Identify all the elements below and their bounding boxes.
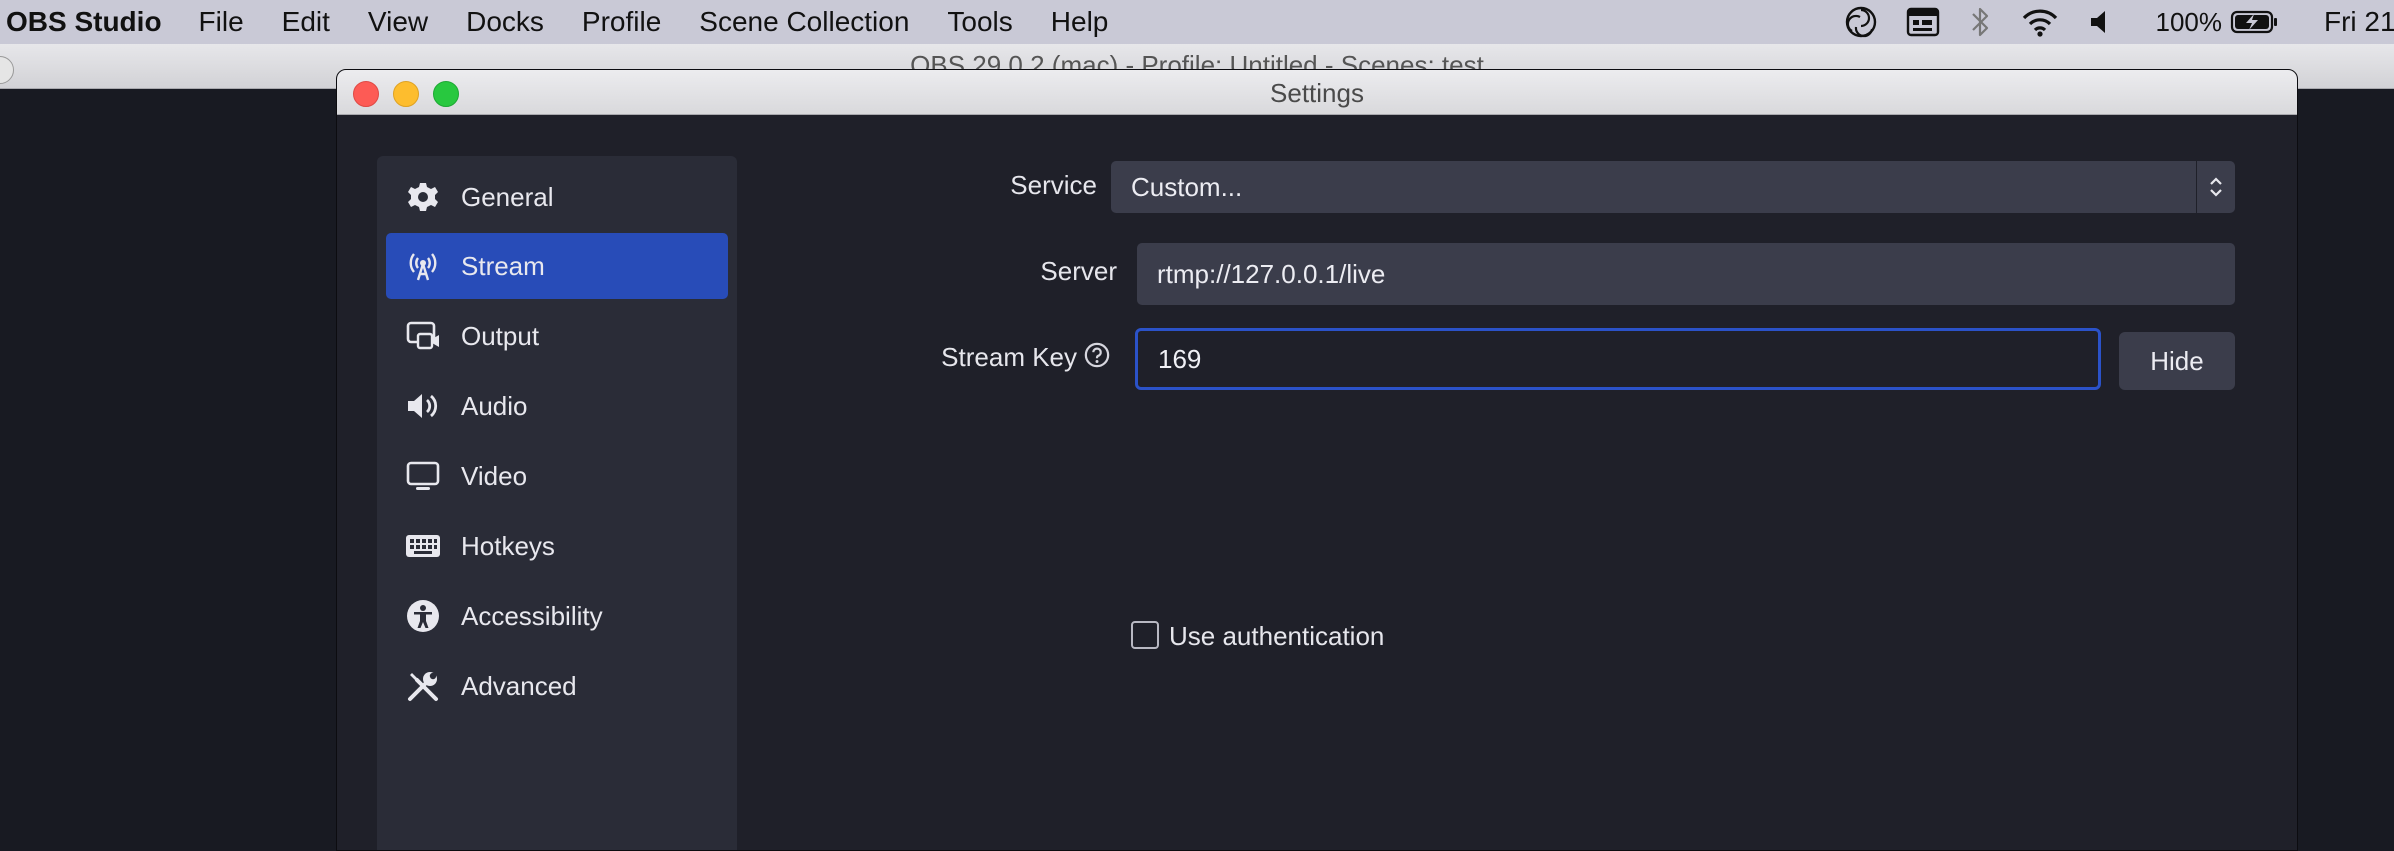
server-value: rtmp://127.0.0.1/live (1157, 259, 1385, 290)
use-authentication-checkbox[interactable] (1131, 621, 1159, 649)
server-input[interactable]: rtmp://127.0.0.1/live (1137, 243, 2235, 305)
battery-icon[interactable] (2230, 9, 2280, 35)
chevron-updown-icon (2196, 161, 2235, 213)
obs-tray-icon[interactable] (1844, 5, 1878, 39)
menu-profile[interactable]: Profile (582, 6, 661, 38)
gear-icon (403, 177, 443, 217)
accessibility-icon (403, 596, 443, 636)
keyboard-icon (403, 526, 443, 566)
sidebar-item-label: Video (461, 461, 527, 492)
sidebar-item-output[interactable]: Output (386, 303, 728, 369)
menu-tools[interactable]: Tools (947, 6, 1012, 38)
settings-sidebar: General Stream Output Audio Video (377, 156, 737, 851)
settings-window: Settings General Stream Output Audio (336, 69, 2298, 851)
settings-titlebar: Settings (337, 70, 2297, 115)
stream-key-label: Stream Key (897, 342, 1077, 373)
menu-scene-collection[interactable]: Scene Collection (699, 6, 909, 38)
tools-icon (403, 666, 443, 706)
menu-bar: OBS Studio File Edit View Docks Profile … (0, 0, 2394, 44)
menu-docks[interactable]: Docks (466, 6, 544, 38)
stream-key-input[interactable] (1135, 328, 2101, 390)
use-authentication-label[interactable]: Use authentication (1169, 621, 1384, 652)
speaker-icon (403, 386, 443, 426)
status-tray: 100% Fri 21 (1830, 0, 2394, 44)
sidebar-item-label: Output (461, 321, 539, 352)
bluetooth-icon[interactable] (1968, 5, 1992, 39)
control-center-icon[interactable] (1906, 7, 1940, 37)
sidebar-item-hotkeys[interactable]: Hotkeys (386, 513, 728, 579)
settings-title: Settings (337, 78, 2297, 109)
menu-help[interactable]: Help (1051, 6, 1109, 38)
sidebar-item-stream[interactable]: Stream (386, 233, 728, 299)
antenna-icon (403, 246, 443, 286)
sidebar-item-accessibility[interactable]: Accessibility (386, 583, 728, 649)
wifi-icon[interactable] (2020, 6, 2060, 38)
help-icon[interactable] (1084, 342, 1110, 368)
sidebar-item-label: Audio (461, 391, 528, 422)
service-label: Service (957, 170, 1097, 201)
service-value: Custom... (1131, 172, 1242, 203)
sidebar-item-label: Stream (461, 251, 545, 282)
sidebar-item-advanced[interactable]: Advanced (386, 653, 728, 719)
sidebar-item-audio[interactable]: Audio (386, 373, 728, 439)
monitor-icon (403, 456, 443, 496)
sidebar-item-label: Accessibility (461, 601, 603, 632)
menu-edit[interactable]: Edit (282, 6, 330, 38)
menu-view[interactable]: View (368, 6, 428, 38)
sidebar-item-label: General (461, 182, 554, 213)
volume-icon[interactable] (2088, 7, 2112, 37)
menu-file[interactable]: File (199, 6, 244, 38)
sidebar-item-label: Hotkeys (461, 531, 555, 562)
sidebar-item-general[interactable]: General (386, 164, 728, 230)
hide-button[interactable]: Hide (2119, 332, 2235, 390)
server-label: Server (957, 256, 1117, 287)
sidebar-item-video[interactable]: Video (386, 443, 728, 509)
sidebar-item-label: Advanced (461, 671, 577, 702)
output-icon (403, 316, 443, 356)
clock: Fri 21 (2324, 6, 2394, 38)
battery-percent: 100% (2156, 7, 2223, 38)
app-menu[interactable]: OBS Studio (6, 6, 162, 38)
service-select[interactable]: Custom... (1111, 161, 2235, 213)
